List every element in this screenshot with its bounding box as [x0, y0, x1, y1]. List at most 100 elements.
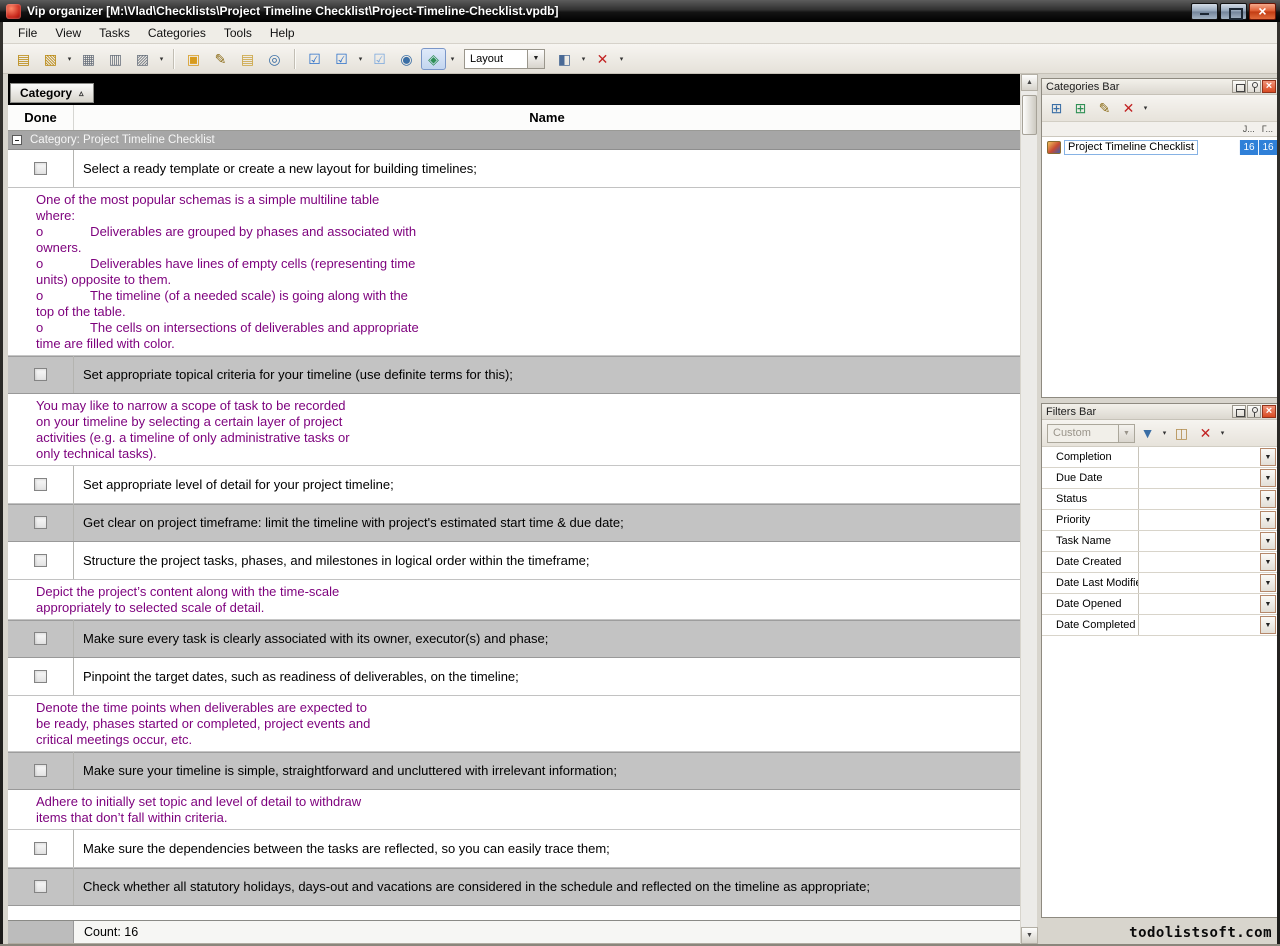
- task-row[interactable]: Check whether all statutory holidays, da…: [8, 868, 1020, 906]
- close-panel-icon[interactable]: [1262, 80, 1276, 93]
- note-row[interactable]: One of the most popular schemas is a sim…: [8, 188, 1020, 356]
- task-row[interactable]: Make sure your timeline is simple, strai…: [8, 752, 1020, 790]
- task-name[interactable]: Make sure every task is clearly associat…: [74, 620, 1020, 657]
- vertical-scrollbar[interactable]: [1020, 74, 1037, 944]
- filter-preset-value[interactable]: Custom: [1047, 424, 1119, 443]
- delete-category-dropdown-arrow-icon[interactable]: ▾: [1141, 104, 1150, 112]
- menu-help[interactable]: Help: [261, 23, 304, 43]
- filter-dropdown-button[interactable]: ▼: [1260, 595, 1276, 613]
- close-button[interactable]: [1249, 3, 1276, 20]
- view-mode-button[interactable]: ◈: [421, 48, 446, 70]
- new-task-button[interactable]: ▣: [181, 48, 206, 70]
- filter-dropdown-button[interactable]: ▼: [1260, 469, 1276, 487]
- new-subcategory-button[interactable]: ⊞: [1069, 98, 1092, 119]
- filter-value[interactable]: ▼: [1139, 447, 1277, 467]
- layout-combo-arrow-icon[interactable]: ▼: [528, 49, 545, 69]
- task-name[interactable]: Select a ready template or create a new …: [74, 150, 1020, 187]
- delete-layout-button[interactable]: ✕: [590, 48, 615, 70]
- filter-value[interactable]: ▼: [1139, 468, 1277, 488]
- task-row[interactable]: Set appropriate level of detail for your…: [8, 466, 1020, 504]
- task-checkbox[interactable]: [34, 516, 47, 529]
- open-notebook-dropdown-arrow-icon[interactable]: ▾: [65, 55, 74, 63]
- menu-file[interactable]: File: [9, 23, 46, 43]
- filter-dropdown-button[interactable]: ▼: [1260, 511, 1276, 529]
- pin-panel-icon[interactable]: [1247, 405, 1261, 418]
- layout-combo-value[interactable]: Layout: [464, 49, 528, 69]
- task-checkbox[interactable]: [34, 368, 47, 381]
- complete-task-options-dropdown-arrow-icon[interactable]: ▾: [356, 55, 365, 63]
- title-bar[interactable]: Vip organizer [M:\Vlad\Checklists\Projec…: [0, 0, 1280, 22]
- scroll-down-button[interactable]: [1021, 927, 1038, 944]
- task-name[interactable]: Check whether all statutory holidays, da…: [74, 868, 1020, 905]
- delete-filter-button[interactable]: ✕: [1194, 423, 1217, 444]
- scroll-up-button[interactable]: [1021, 74, 1038, 91]
- task-checkbox[interactable]: [34, 162, 47, 175]
- menu-tasks[interactable]: Tasks: [90, 23, 139, 43]
- menu-view[interactable]: View: [46, 23, 90, 43]
- new-notebook-button[interactable]: ▤: [11, 48, 36, 70]
- menu-tools[interactable]: Tools: [215, 23, 261, 43]
- group-row[interactable]: Category: Project Timeline Checklist: [8, 131, 1020, 150]
- filter-dropdown-button[interactable]: ▼: [1260, 448, 1276, 466]
- float-panel-icon[interactable]: [1232, 405, 1246, 418]
- category-item[interactable]: Project Timeline Checklist 16 16: [1042, 139, 1277, 156]
- close-panel-icon[interactable]: [1262, 405, 1276, 418]
- note-row[interactable]: Depict the project’s content along with …: [8, 580, 1020, 620]
- edit-category-button[interactable]: ✎: [1093, 98, 1116, 119]
- filter-dropdown-button[interactable]: ▼: [1260, 532, 1276, 550]
- filters-bar-header[interactable]: Filters Bar: [1042, 404, 1277, 420]
- task-name[interactable]: Make sure your timeline is simple, strai…: [74, 752, 1020, 789]
- task-row[interactable]: Select a ready template or create a new …: [8, 150, 1020, 188]
- task-row[interactable]: Make sure every task is clearly associat…: [8, 620, 1020, 658]
- task-name[interactable]: Set appropriate topical criteria for you…: [74, 356, 1020, 393]
- task-notes-button[interactable]: ▤: [235, 48, 260, 70]
- task-name[interactable]: Get clear on project timeframe: limit th…: [74, 504, 1020, 541]
- task-checkbox[interactable]: [34, 842, 47, 855]
- open-notebook-button[interactable]: ▧: [38, 48, 63, 70]
- filter-value[interactable]: ▼: [1139, 615, 1277, 635]
- task-name[interactable]: Make sure the dependencies between the t…: [74, 830, 1020, 867]
- task-row[interactable]: Make sure the dependencies between the t…: [8, 830, 1020, 868]
- grouped-column-category[interactable]: Category ▵: [10, 83, 94, 103]
- edit-task-button[interactable]: ✎: [208, 48, 233, 70]
- filter-value[interactable]: ▼: [1139, 531, 1277, 551]
- filter-dropdown-button[interactable]: ▼: [1260, 616, 1276, 634]
- customize-filter-dropdown-arrow-icon[interactable]: ▾: [1160, 429, 1169, 437]
- new-category-button[interactable]: ⊞: [1045, 98, 1068, 119]
- delete-layout-dropdown-arrow-icon[interactable]: ▾: [617, 55, 626, 63]
- note-row[interactable]: Denote the time points when deliverables…: [8, 696, 1020, 752]
- complete-task-options-button[interactable]: ☑: [329, 48, 354, 70]
- print-preview-button[interactable]: ▥: [103, 48, 128, 70]
- filter-preset-combo[interactable]: Custom ▼: [1047, 424, 1135, 443]
- collapse-icon[interactable]: [12, 135, 22, 145]
- clear-filter-button[interactable]: ◫: [1170, 423, 1193, 444]
- filter-value[interactable]: ▼: [1139, 510, 1277, 530]
- task-row[interactable]: Set appropriate topical criteria for you…: [8, 356, 1020, 394]
- task-checkbox[interactable]: [34, 554, 47, 567]
- delete-category-button[interactable]: ✕: [1117, 98, 1140, 119]
- pin-panel-icon[interactable]: [1247, 80, 1261, 93]
- customize-filter-button[interactable]: ▼: [1136, 423, 1159, 444]
- task-checkbox[interactable]: [34, 670, 47, 683]
- export-dropdown-arrow-icon[interactable]: ▾: [157, 55, 166, 63]
- task-name[interactable]: Structure the project tasks, phases, and…: [74, 542, 1020, 579]
- filter-dropdown-button[interactable]: ▼: [1260, 553, 1276, 571]
- task-checkbox[interactable]: [34, 880, 47, 893]
- task-name[interactable]: Pinpoint the target dates, such as readi…: [74, 658, 1020, 695]
- filter-value[interactable]: ▼: [1139, 552, 1277, 572]
- filter-dropdown-button[interactable]: ▼: [1260, 490, 1276, 508]
- delete-filter-dropdown-arrow-icon[interactable]: ▾: [1218, 429, 1227, 437]
- menu-categories[interactable]: Categories: [139, 23, 215, 43]
- task-row[interactable]: Get clear on project timeframe: limit th…: [8, 504, 1020, 542]
- task-name[interactable]: Set appropriate level of detail for your…: [74, 466, 1020, 503]
- complete-task-button[interactable]: ☑: [302, 48, 327, 70]
- minimize-button[interactable]: [1191, 3, 1218, 20]
- layout-combo[interactable]: Layout▼: [464, 49, 545, 69]
- view-task-button[interactable]: ◎: [262, 48, 287, 70]
- filter-value[interactable]: ▼: [1139, 489, 1277, 509]
- find-tasks-button[interactable]: ◉: [394, 48, 419, 70]
- task-row[interactable]: Structure the project tasks, phases, and…: [8, 542, 1020, 580]
- categories-bar-header[interactable]: Categories Bar: [1042, 79, 1277, 95]
- task-checkbox[interactable]: [34, 478, 47, 491]
- column-header-name[interactable]: Name: [74, 105, 1020, 130]
